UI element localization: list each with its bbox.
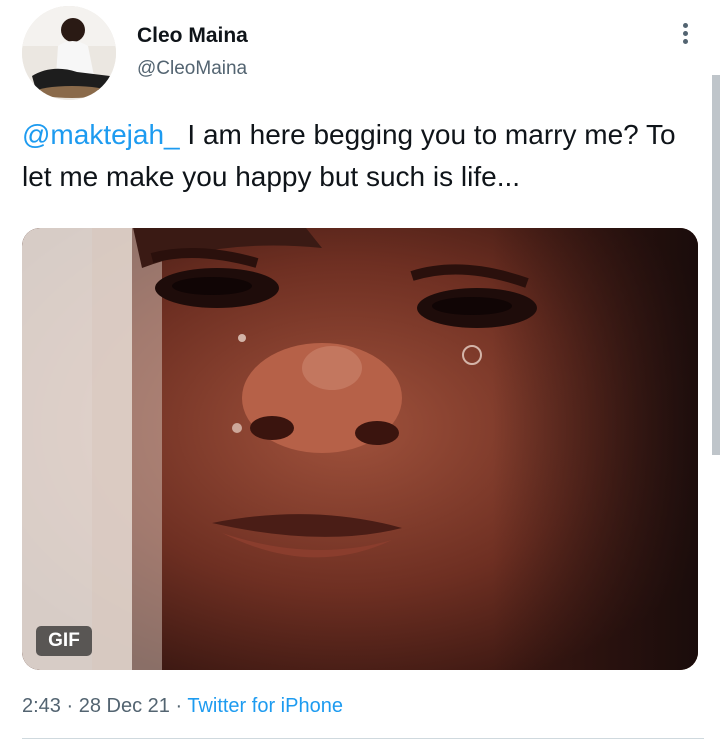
more-dot	[682, 30, 688, 36]
tweet-text: @maktejah_ I am here begging you to marr…	[22, 114, 702, 198]
meta-separator: ·	[60, 695, 79, 717]
author-name[interactable]: Cleo Maina	[137, 24, 248, 48]
crying-child-gif	[22, 228, 698, 670]
tweet-time[interactable]: 2:43	[22, 695, 61, 717]
meta-separator: ·	[169, 695, 188, 717]
author-handle[interactable]: @CleoMaina	[137, 58, 247, 80]
tweet-source-link[interactable]: Twitter for iPhone	[187, 695, 343, 717]
gif-media[interactable]	[22, 228, 698, 670]
more-options-icon[interactable]	[670, 18, 700, 48]
gif-badge: GIF	[36, 626, 92, 656]
avatar-image	[22, 6, 116, 100]
tweet-meta: 2:43 · 28 Dec 21 · Twitter for iPhone	[22, 695, 343, 718]
mention-link[interactable]: @maktejah_	[22, 119, 180, 150]
more-dot	[682, 38, 688, 44]
divider	[22, 738, 704, 739]
more-dot	[682, 22, 688, 28]
author-avatar[interactable]	[22, 6, 116, 100]
tweet-date[interactable]: 28 Dec 21	[79, 695, 170, 717]
scrollbar[interactable]	[712, 75, 720, 455]
